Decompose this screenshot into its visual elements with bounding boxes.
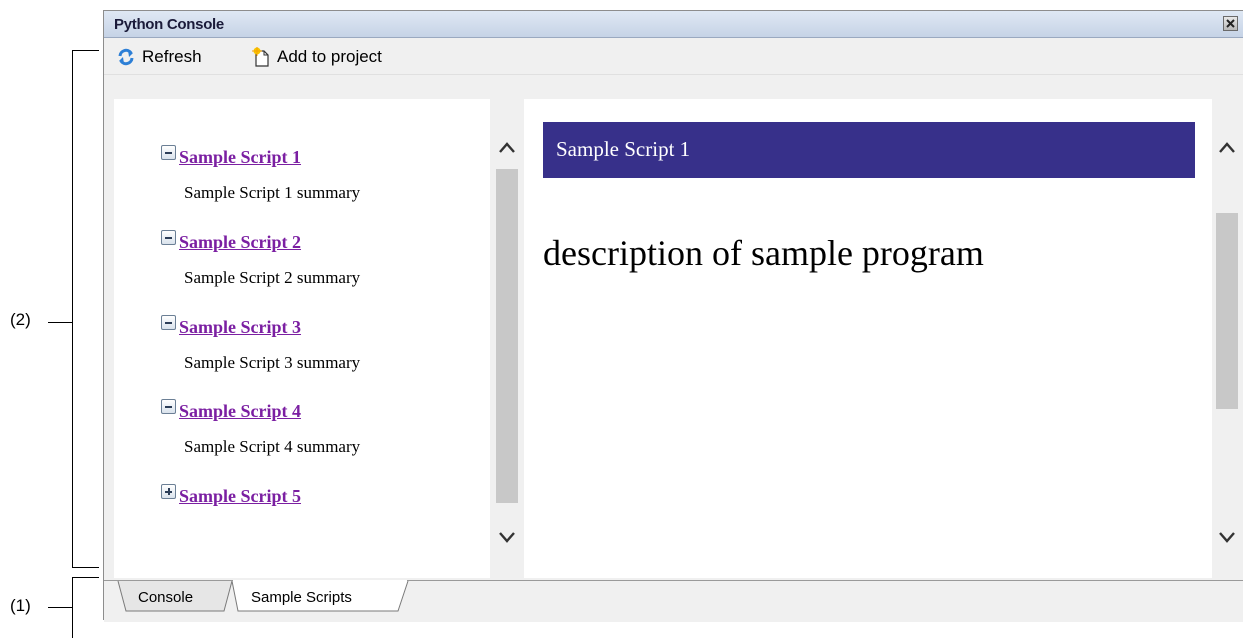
- script-link-5[interactable]: Sample Script 5: [179, 486, 301, 507]
- window-title: Python Console: [114, 16, 224, 33]
- scroll-up-button[interactable]: [1212, 133, 1242, 163]
- refresh-label: Refresh: [142, 47, 202, 66]
- collapse-icon[interactable]: [161, 230, 176, 245]
- script-summary-3: Sample Script 3 summary: [184, 353, 361, 372]
- detail-scrollbar[interactable]: [1212, 129, 1242, 578]
- chevron-down-icon: [1219, 532, 1235, 543]
- script-detail-title: Sample Script 1: [556, 137, 691, 161]
- tab-sample-scripts-label: Sample Scripts: [251, 588, 352, 606]
- scroll-thumb[interactable]: [1216, 213, 1238, 409]
- close-icon: [1226, 19, 1235, 28]
- tab-console[interactable]: Console: [138, 582, 193, 612]
- tab-console-label: Console: [138, 588, 194, 606]
- script-link-4[interactable]: Sample Script 4: [179, 401, 301, 422]
- callout-label-2: (2): [10, 310, 31, 329]
- script-summary-1: Sample Script 1 summary: [184, 183, 361, 202]
- script-detail-header: Sample Script 1: [543, 122, 1195, 178]
- callout-tick-2: [48, 322, 72, 323]
- script-link-2[interactable]: Sample Script 2: [179, 232, 301, 253]
- callout-tick-1: [48, 607, 72, 608]
- expand-icon[interactable]: [161, 484, 176, 499]
- script-detail-pane: Sample Script 1 description of sample pr…: [524, 99, 1212, 578]
- python-console-window: Python Console Refresh Add to project Sa…: [103, 10, 1243, 622]
- refresh-icon: [118, 48, 134, 66]
- scroll-down-button[interactable]: [1212, 522, 1242, 552]
- script-link-1[interactable]: Sample Script 1: [179, 147, 301, 168]
- collapse-icon[interactable]: [161, 399, 176, 414]
- refresh-button[interactable]: Refresh: [116, 46, 202, 68]
- callout-bracket-1: [72, 577, 99, 638]
- chevron-up-icon: [1219, 142, 1235, 153]
- scroll-down-button[interactable]: [492, 522, 522, 552]
- script-list-pane: Sample Script 1 Sample Script 1 summary …: [114, 99, 490, 578]
- tab-sample-scripts[interactable]: Sample Scripts: [251, 582, 352, 612]
- collapse-icon[interactable]: [161, 145, 176, 160]
- title-bar: Python Console: [104, 11, 1243, 38]
- script-list-scrollbar[interactable]: [492, 129, 522, 578]
- close-button[interactable]: [1223, 16, 1238, 31]
- chevron-down-icon: [499, 532, 515, 543]
- script-description: description of sample program: [543, 233, 984, 273]
- tab-strip: Console Sample Scripts: [104, 580, 1243, 622]
- script-link-3[interactable]: Sample Script 3: [179, 317, 301, 338]
- toolbar: Refresh Add to project: [104, 38, 1243, 75]
- callout-label-1: (1): [10, 596, 31, 615]
- script-summary-4: Sample Script 4 summary: [184, 437, 361, 456]
- scroll-thumb[interactable]: [496, 169, 518, 503]
- new-file-icon: [252, 47, 269, 67]
- callout-bracket-2: [72, 50, 99, 568]
- scroll-up-button[interactable]: [492, 133, 522, 163]
- add-to-project-label: Add to project: [277, 47, 382, 66]
- chevron-up-icon: [499, 142, 515, 153]
- script-summary-2: Sample Script 2 summary: [184, 268, 361, 287]
- collapse-icon[interactable]: [161, 315, 176, 330]
- add-to-project-button[interactable]: Add to project: [251, 46, 382, 68]
